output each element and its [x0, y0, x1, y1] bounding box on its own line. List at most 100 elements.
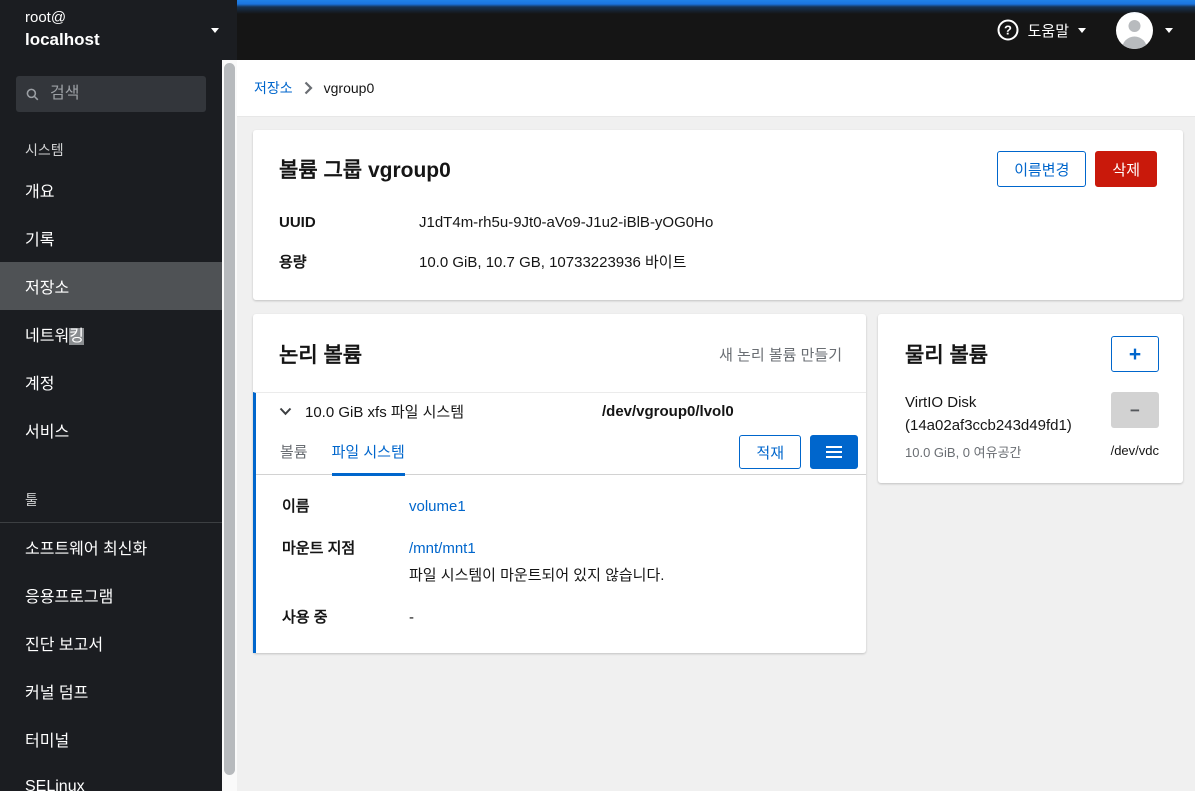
breadcrumb: 저장소 vgroup0 [237, 60, 1195, 117]
sidebar: 시스템 개요 기록 저장소 네트워킹 계정 서비스 툴 소프트웨어 최신화 응용… [0, 60, 222, 791]
mount-point-link[interactable]: /mnt/mnt1 [409, 540, 476, 557]
logical-volume-expanded: 10.0 GiB xfs 파일 시스템 /dev/vgroup0/lvol0 볼… [253, 392, 866, 653]
usage-label: 사용 중 [282, 609, 328, 626]
search-input[interactable] [48, 84, 196, 104]
chevron-down-icon [279, 407, 292, 416]
chevron-down-icon [1165, 27, 1173, 33]
tab-filesystem[interactable]: 파일 시스템 [331, 430, 405, 476]
sidebar-item-networking[interactable]: 네트워킹 [0, 310, 222, 358]
capacity-value: 10.0 GiB, 10.7 GB, 10733223936 바이트 [419, 253, 687, 271]
sidebar-item-label: 서비스 [25, 424, 70, 441]
volume-group-card: 볼륨 그룹 vgroup0 이름변경 삭제 UUID J1dT4m-rh5u-9… [253, 130, 1183, 300]
mount-point-row: 마운트 지점 /mnt/mnt1 파일 시스템이 마운트되어 있지 않습니다. [282, 538, 840, 586]
chevron-down-icon [211, 27, 219, 33]
capacity-label: 용량 [279, 253, 307, 271]
filesystem-name-link[interactable]: volume1 [409, 496, 466, 517]
delete-button[interactable]: 삭제 [1095, 151, 1157, 187]
nav-section-title: 시스템 [25, 142, 64, 158]
sidebar-item-label: 응용프로그램 [25, 589, 114, 606]
breadcrumb-current: vgroup0 [323, 80, 375, 96]
volume-group-header: 볼륨 그룹 vgroup0 이름변경 삭제 [253, 130, 1183, 193]
mount-button[interactable]: 적재 [739, 435, 801, 469]
tab-volume[interactable]: 볼륨 [280, 430, 308, 475]
host-user: root@ [25, 9, 67, 27]
volume-group-details: UUID J1dT4m-rh5u-9Jt0-aVo9-J1u2-iBlB-yOG… [253, 193, 1183, 300]
logical-volumes-title: 논리 볼륨 [279, 344, 363, 367]
uuid-label: UUID [279, 214, 316, 231]
physical-volume-info: VirtIO Disk (14a02af3ccb243d49fd1) 10.0 … [905, 392, 1111, 461]
host-name: localhost [25, 29, 100, 49]
menu-icon [826, 446, 842, 458]
sidebar-item-software-updates[interactable]: 소프트웨어 최신화 [0, 523, 222, 571]
chevron-right-icon [304, 81, 313, 95]
sidebar-item-label: 네트워킹 [25, 322, 84, 346]
physical-volumes-header: 물리 볼륨 + [878, 314, 1183, 388]
masthead-toolbar: ? 도움말 [237, 0, 1195, 60]
breadcrumb-storage-link[interactable]: 저장소 [254, 78, 293, 98]
mount-point-note: 파일 시스템이 마운트되어 있지 않습니다. [409, 567, 665, 584]
sidebar-item-label: 터미널 [25, 733, 70, 750]
sidebar-item-overview[interactable]: 개요 [0, 166, 222, 214]
volume-menu-button[interactable] [810, 435, 858, 469]
logical-volume-row[interactable]: 10.0 GiB xfs 파일 시스템 /dev/vgroup0/lvol0 [256, 393, 866, 430]
usage-row: 사용 중 - [282, 607, 840, 628]
remove-physical-volume-button[interactable]: − [1111, 392, 1159, 428]
disk-name-link[interactable]: VirtIO Disk (14a02af3ccb243d49fd1) [905, 392, 1103, 437]
sidebar-scrollbar[interactable] [222, 60, 237, 791]
help-icon: ? [997, 19, 1019, 41]
volume-group-actions: 이름변경 삭제 [997, 151, 1157, 187]
physical-volume-side: − /dev/vdc [1111, 392, 1159, 461]
help-menu[interactable]: ? 도움말 [997, 19, 1086, 41]
sidebar-search [16, 76, 206, 112]
sidebar-item-label: 저장소 [25, 280, 70, 297]
usage-value: - [409, 609, 414, 626]
volume-summary: 10.0 GiB xfs 파일 시스템 [305, 404, 465, 421]
chevron-down-icon [1078, 27, 1086, 33]
uuid-value: J1dT4m-rh5u-9Jt0-aVo9-J1u2-iBlB-yOG0Ho [419, 214, 714, 231]
sidebar-item-terminal[interactable]: 터미널 [0, 715, 222, 763]
session-menu[interactable] [1116, 11, 1179, 49]
sidebar-item-label: 커널 덤프 [25, 685, 89, 702]
host-label: root@ localhost [25, 8, 211, 51]
logical-volumes-card: 논리 볼륨 새 논리 볼륨 만들기 10.0 GiB xfs 파일 시스템 /d… [253, 314, 866, 653]
sidebar-item-storage[interactable]: 저장소 [0, 262, 222, 310]
rename-button[interactable]: 이름변경 [997, 151, 1087, 187]
name-row: 이름 volume1 [282, 496, 840, 517]
create-logical-volume-button[interactable]: 새 논리 볼륨 만들기 [719, 344, 842, 365]
logical-volumes-header: 논리 볼륨 새 논리 볼륨 만들기 [253, 314, 866, 392]
help-label: 도움말 [1027, 22, 1069, 40]
sidebar-item-kernel-dump[interactable]: 커널 덤프 [0, 667, 222, 715]
sidebar-item-label: SELinux [25, 778, 85, 791]
networking-label-highlight: 킹 [69, 328, 84, 345]
main-content: 저장소 vgroup0 볼륨 그룹 vgroup0 이름변경 삭제 UUID J… [237, 60, 1195, 791]
nav-section-title: 툴 [25, 492, 38, 508]
page-title: 볼륨 그룹 vgroup0 [279, 159, 451, 182]
physical-volumes-title: 물리 볼륨 [905, 344, 989, 367]
mount-point-value-group: /mnt/mnt1 파일 시스템이 마운트되어 있지 않습니다. [409, 538, 664, 586]
scrollbar-thumb[interactable] [224, 63, 235, 775]
sidebar-item-diagnostic-reports[interactable]: 진단 보고서 [0, 619, 222, 667]
sidebar-item-applications[interactable]: 응용프로그램 [0, 571, 222, 619]
sidebar-item-label: 계정 [25, 376, 55, 393]
user-icon [1122, 19, 1147, 49]
physical-volumes-card: 물리 볼륨 + VirtIO Disk (14a02af3ccb243d49fd… [878, 314, 1183, 483]
name-label: 이름 [282, 498, 310, 515]
volume-actions: 적재 [739, 435, 858, 469]
nav-section-system: 시스템 개요 기록 저장소 네트워킹 계정 서비스 [0, 128, 222, 454]
sidebar-item-label: 기록 [25, 232, 55, 249]
nav-section-tools: 툴 소프트웨어 최신화 응용프로그램 진단 보고서 커널 덤프 터미널 SELi… [0, 478, 222, 791]
host-switcher[interactable]: root@ localhost [0, 0, 237, 60]
sidebar-item-accounts[interactable]: 계정 [0, 358, 222, 406]
sidebar-item-selinux[interactable]: SELinux [0, 763, 222, 791]
add-physical-volume-button[interactable]: + [1111, 336, 1159, 372]
networking-label-prefix: 네트워 [25, 328, 70, 345]
volume-tab-bar: 볼륨 파일 시스템 적재 [256, 430, 866, 476]
physical-volume-item: VirtIO Disk (14a02af3ccb243d49fd1) 10.0 … [878, 388, 1183, 483]
capacity-row: 용량 10.0 GiB, 10.7 GB, 10733223936 바이트 [279, 252, 1157, 275]
sidebar-item-label: 진단 보고서 [25, 637, 104, 654]
svg-text:?: ? [1004, 23, 1012, 38]
filesystem-details: 이름 volume1 마운트 지점 /mnt/mnt1 파일 시스템이 마운트되… [256, 475, 866, 653]
sidebar-item-services[interactable]: 서비스 [0, 406, 222, 454]
disk-meta: 10.0 GiB, 0 여유공간 [905, 445, 1022, 460]
sidebar-item-logs[interactable]: 기록 [0, 214, 222, 262]
